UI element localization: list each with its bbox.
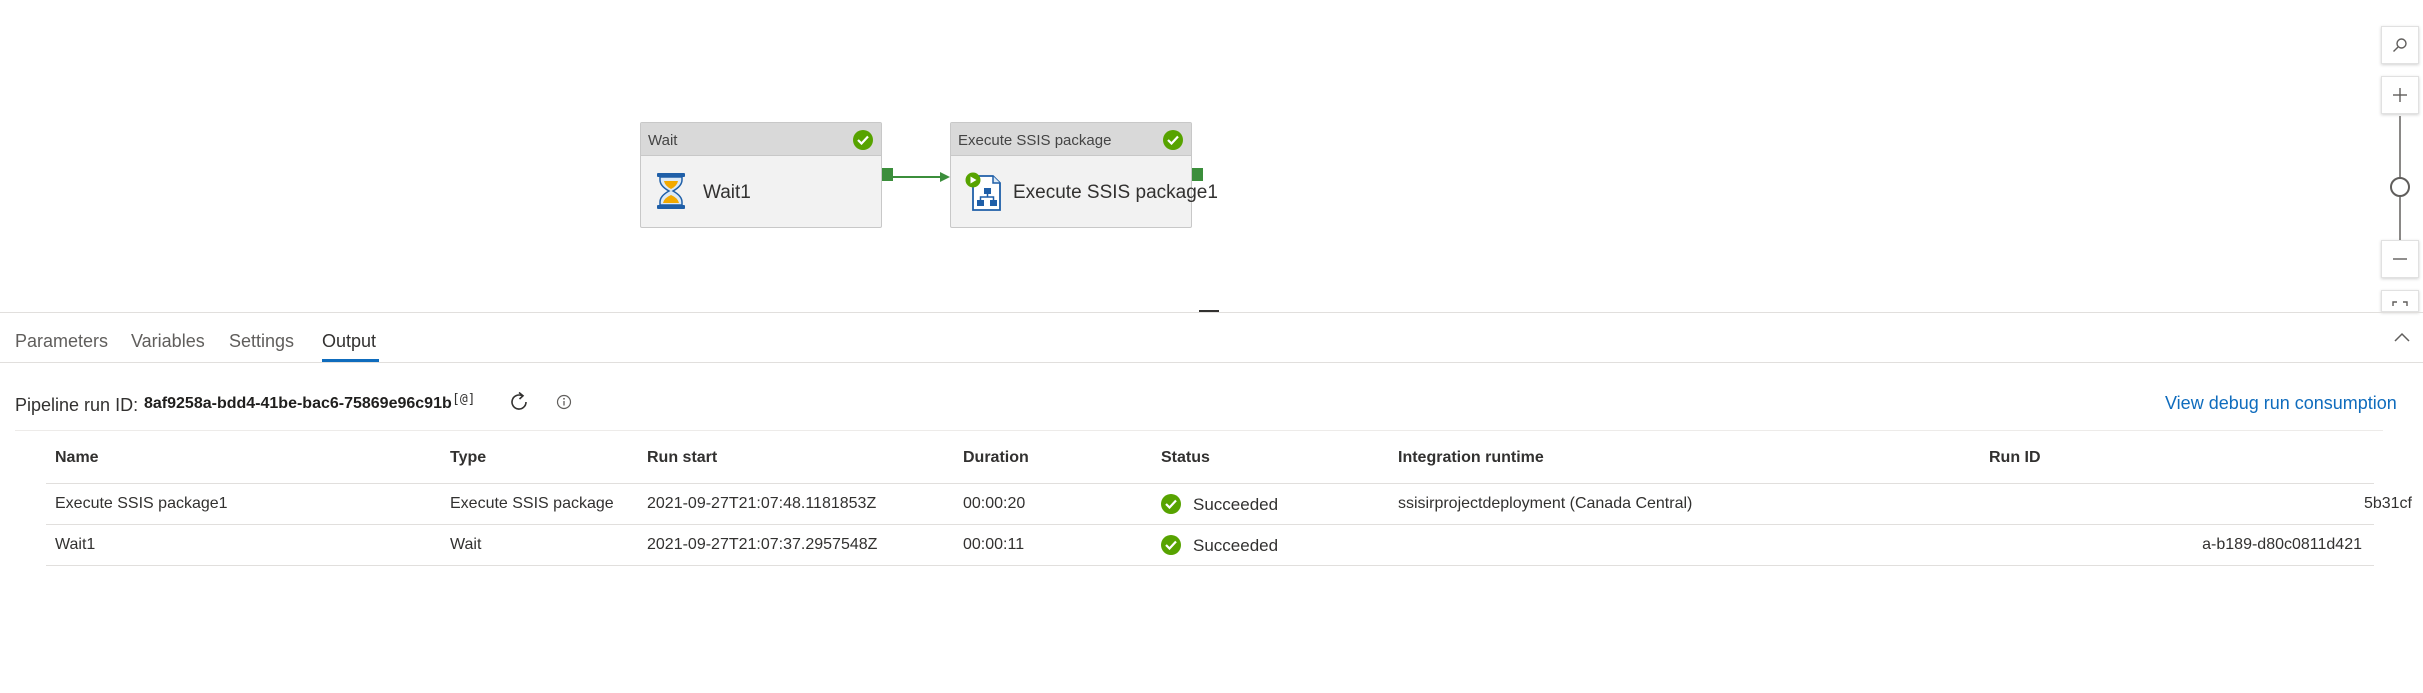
zoom-in-icon <box>2393 88 2407 102</box>
table-row[interactable]: Execute SSIS package1 Execute SSIS packa… <box>46 484 2412 525</box>
tab-settings[interactable]: Settings <box>229 331 294 352</box>
fit-to-screen-button[interactable] <box>2381 290 2419 312</box>
cell-duration: 00:00:20 <box>963 495 1026 512</box>
canvas-search-button[interactable] <box>2381 26 2419 64</box>
search-icon <box>2393 38 2407 52</box>
tab-output[interactable]: Output <box>322 331 376 352</box>
column-header-type[interactable]: Type <box>450 449 486 467</box>
activity-name: Wait1 <box>703 182 751 203</box>
tab-parameters[interactable]: Parameters <box>15 331 108 352</box>
cell-type: Wait <box>450 536 482 553</box>
info-icon[interactable] <box>556 394 572 410</box>
pipeline-run-id-value: 8af9258a-bdd4-41be-bac6-75869e96c91b <box>144 395 452 412</box>
ssis-package-icon <box>965 172 1003 217</box>
column-header-name[interactable]: Name <box>55 449 99 467</box>
table-header: Name Type Run start Duration Status Inte… <box>46 440 2374 484</box>
success-output-port[interactable] <box>1192 168 1203 181</box>
cell-integration-runtime: ssisirprojectdeployment (Canada Central) <box>1398 495 1693 512</box>
column-header-run-id[interactable]: Run ID <box>1989 449 2041 467</box>
column-header-status[interactable]: Status <box>1161 449 1210 467</box>
cell-type: Execute SSIS package <box>450 495 614 512</box>
activity-wait1[interactable]: Wait Wait1 <box>640 122 882 228</box>
activity-name: Execute SSIS package1 <box>1013 182 1218 203</box>
cell-name: Wait1 <box>55 536 96 553</box>
hourglass-icon <box>655 172 687 215</box>
success-connector-arrow <box>892 172 950 182</box>
cell-name: Execute SSIS package1 <box>55 495 228 512</box>
view-debug-run-consumption-link[interactable]: View debug run consumption <box>2165 393 2397 414</box>
column-header-run-start[interactable]: Run start <box>647 449 717 467</box>
pipeline-run-id-label: Pipeline run ID: <box>15 395 139 415</box>
chevron-up-icon[interactable] <box>2394 332 2410 342</box>
tab-variables[interactable]: Variables <box>131 331 205 352</box>
divider <box>15 430 2383 431</box>
activity-type-label: Execute SSIS package <box>958 132 1112 149</box>
cell-run-start: 2021-09-27T21:07:37.2957548Z <box>647 536 878 553</box>
success-check-icon <box>1161 535 1181 555</box>
column-header-duration[interactable]: Duration <box>963 449 1029 467</box>
cell-run-id: a-b189-d80c0811d421 <box>2202 536 2362 553</box>
active-tab-indicator <box>322 359 379 362</box>
fit-to-screen-icon <box>2392 301 2408 306</box>
cell-status: Succeeded <box>1193 495 1279 514</box>
success-check-icon <box>1163 130 1183 150</box>
zoom-slider-thumb[interactable] <box>2390 177 2410 197</box>
refresh-icon[interactable] <box>507 390 531 414</box>
zoom-in-button[interactable] <box>2381 76 2419 114</box>
success-check-icon <box>853 130 873 150</box>
zoom-out-icon <box>2393 258 2407 260</box>
activity-header: Execute SSIS package <box>951 123 1191 156</box>
cell-run-start: 2021-09-27T21:07:48.1181853Z <box>647 495 877 512</box>
zoom-out-button[interactable] <box>2381 240 2419 278</box>
cell-status: Succeeded <box>1193 536 1279 555</box>
activity-execute-ssis-package1[interactable]: Execute SSIS package Execute SSIS packag… <box>950 122 1218 228</box>
cell-duration: 00:00:11 <box>963 536 1025 553</box>
success-check-icon <box>1161 494 1181 514</box>
copy-icon[interactable]: [@] <box>452 392 475 407</box>
splitter-grip[interactable] <box>1199 310 1219 312</box>
bottom-panel-tabs: Parameters Variables Settings Output <box>0 313 2423 363</box>
activity-runs-table: Name Type Run start Duration Status Inte… <box>46 440 2412 566</box>
column-header-integration-runtime[interactable]: Integration runtime <box>1398 449 1544 467</box>
cell-run-id: 5b31cf <box>2363 495 2412 512</box>
table-row[interactable]: Wait1 Wait 2021-09-27T21:07:37.2957548Z … <box>46 525 2374 566</box>
activity-header: Wait <box>641 123 881 156</box>
activity-type-label: Wait <box>648 132 678 149</box>
pipeline-canvas[interactable]: Wait Wait1 Execute SSIS package Execute … <box>0 0 2423 312</box>
